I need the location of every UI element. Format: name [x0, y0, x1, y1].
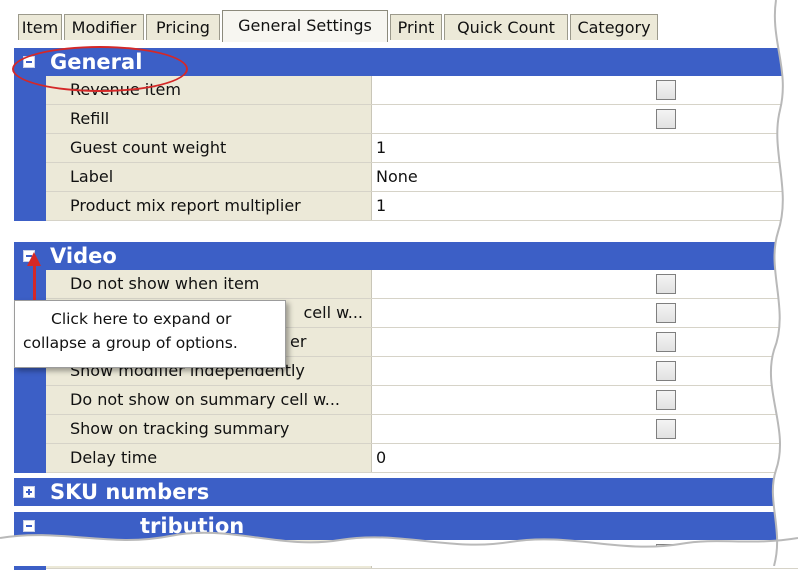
property-value[interactable]: 0	[376, 444, 386, 472]
property-label: Refill	[46, 105, 372, 133]
group-header-sku-numbers[interactable]: SKU numbers	[14, 478, 798, 506]
property-label: Label	[46, 163, 372, 191]
group-name: tribution	[140, 514, 245, 538]
property-row-do-not-show-on-summary: Do not show on summary cell w...	[46, 386, 798, 415]
property-label: Delay time	[46, 444, 372, 472]
group-name: SKU numbers	[50, 480, 210, 504]
tab-modifier[interactable]: Modifier	[64, 14, 144, 40]
property-label: Guest count weight	[46, 134, 372, 162]
revenue-item-checkbox[interactable]	[656, 80, 676, 100]
property-label: Product mix report multiplier	[46, 192, 372, 220]
tab-item[interactable]: Item	[18, 14, 62, 40]
property-value[interactable]: 1	[376, 134, 386, 162]
property-row-delay-time: Delay time 0	[46, 444, 798, 473]
property-checkbox[interactable]	[656, 361, 676, 381]
property-checkbox[interactable]	[656, 544, 676, 564]
callout-line-1: Click here to expand or	[51, 310, 232, 328]
property-checkbox[interactable]	[656, 303, 676, 323]
property-row-show-on-tracking-summary: Show on tracking summary	[46, 415, 798, 444]
property-checkbox[interactable]	[656, 419, 676, 439]
collapse-icon[interactable]	[23, 520, 35, 532]
property-value[interactable]: None	[376, 163, 418, 191]
tab-pricing[interactable]: Pricing	[146, 14, 220, 40]
property-row-product-mix-multiplier: Product mix report multiplier 1	[46, 192, 798, 221]
property-row-refill: Refill	[46, 105, 798, 134]
callout-line-2: collapse a group of options.	[23, 334, 238, 352]
tab-category[interactable]: Category	[570, 14, 658, 40]
group-header-video[interactable]: Video	[14, 242, 798, 270]
callout-tooltip: Click here to expand or collapse a group…	[14, 300, 286, 368]
property-row-guest-count-weight: Guest count weight 1	[46, 134, 798, 163]
tab-general-settings[interactable]: General Settings	[222, 10, 388, 42]
group-gutter	[14, 76, 46, 221]
property-grid-window: Item Modifier Pricing General Settings P…	[14, 8, 798, 570]
property-label: Do not show on summary cell w...	[46, 386, 372, 414]
tab-print[interactable]: Print	[390, 14, 442, 40]
property-label: Show on tracking summary	[46, 415, 372, 443]
property-row-do-not-show-when-item: Do not show when item	[46, 270, 798, 299]
property-checkbox[interactable]	[656, 390, 676, 410]
group-name: Video	[50, 244, 117, 268]
property-value[interactable]: 1	[376, 192, 386, 220]
property-label: hen calculation	[46, 540, 372, 568]
property-checkbox[interactable]	[656, 332, 676, 352]
property-row-calculation: hen calculation	[46, 540, 798, 569]
tab-bar: Item Modifier Pricing General Settings P…	[14, 8, 798, 44]
group-header-distribution[interactable]: tribution	[14, 512, 798, 540]
highlight-oval	[12, 46, 188, 92]
property-row-label: Label None	[46, 163, 798, 192]
property-label: Do not show when item	[46, 270, 372, 298]
tab-quick-count[interactable]: Quick Count	[444, 14, 568, 40]
expand-icon[interactable]	[23, 486, 35, 498]
refill-checkbox[interactable]	[656, 109, 676, 129]
property-checkbox[interactable]	[656, 274, 676, 294]
